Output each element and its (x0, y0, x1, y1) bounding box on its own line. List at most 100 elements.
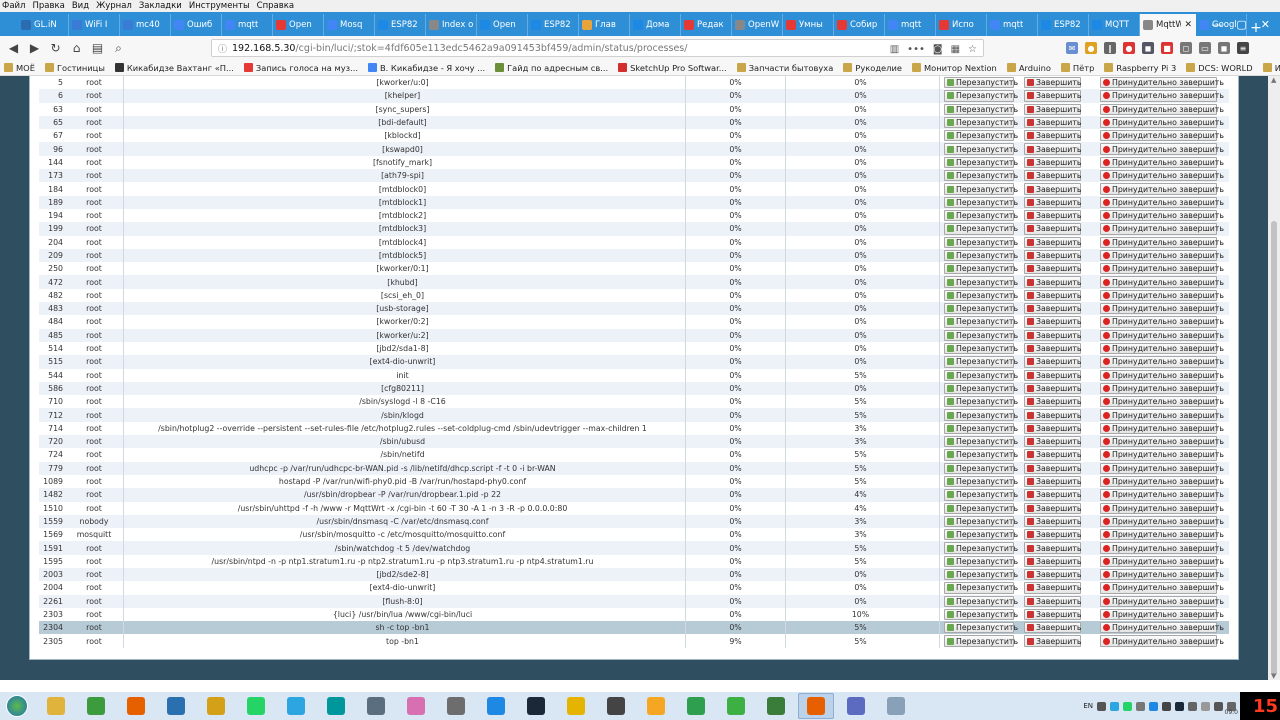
kill-button[interactable]: Принудительно завершить (1100, 143, 1224, 155)
menu-item[interactable]: Журнал (96, 1, 132, 11)
kill-button[interactable]: Принудительно завершить (1100, 342, 1224, 355)
page-scrollbar[interactable]: ▲ ▼ (1268, 76, 1280, 680)
restart-button[interactable]: Перезапустить (944, 622, 1018, 634)
kill-button[interactable]: Принудительно завершить (1100, 90, 1224, 102)
hangup-button[interactable]: Завершить (1024, 422, 1081, 435)
hangup-button[interactable]: Завершить (1024, 635, 1081, 647)
hangup-button[interactable]: Завершить (1024, 103, 1081, 115)
tab[interactable]: Испо (936, 14, 987, 36)
restart-button[interactable]: Перезапустить (944, 502, 1018, 514)
menu-item[interactable]: Инструменты (189, 1, 250, 11)
restart-button[interactable]: Перезапустить (944, 236, 1018, 248)
kill-button[interactable]: Принудительно завершить (1100, 382, 1224, 395)
hangup-button[interactable]: Завершить (1024, 515, 1081, 528)
restart-button[interactable]: Перезапустить (944, 130, 1018, 142)
close-tab-icon[interactable]: ✕ (1184, 20, 1192, 30)
restart-button[interactable]: Перезапустить (944, 356, 1018, 368)
taskbar-app[interactable] (638, 693, 674, 719)
kill-button[interactable]: Принудительно завершить (1100, 396, 1224, 408)
restart-button[interactable]: Перезапустить (944, 608, 1018, 621)
hangup-button[interactable]: Завершить (1024, 409, 1081, 421)
bookmark-item[interactable]: Кикабидзе Вахтанг «П... (114, 63, 234, 73)
hangup-button[interactable]: Завершить (1024, 342, 1081, 355)
print-icon[interactable]: ▤ (87, 38, 108, 58)
kill-button[interactable]: Принудительно завершить (1100, 595, 1224, 607)
kill-button[interactable]: Принудительно завершить (1100, 223, 1224, 235)
taskbar-app[interactable] (198, 693, 234, 719)
kill-button[interactable]: Принудительно завершить (1100, 289, 1224, 302)
hangup-button[interactable]: Завершить (1024, 356, 1081, 368)
search-icon[interactable]: ⌕ (108, 38, 129, 58)
restart-button[interactable]: Перезапустить (944, 183, 1018, 195)
volume-tray-icon[interactable] (1201, 701, 1210, 711)
restart-button[interactable]: Перезапустить (944, 582, 1018, 594)
taskbar-app[interactable] (678, 693, 714, 719)
hangup-button[interactable]: Завершить (1024, 276, 1081, 288)
restart-button[interactable]: Перезапустить (944, 529, 1018, 541)
bookmark-folder[interactable]: DCS: WORLD (1186, 63, 1253, 73)
tab[interactable]: ESP82 (1038, 14, 1089, 36)
tab[interactable]: Index of / (426, 14, 477, 36)
tab[interactable]: Дома (630, 14, 681, 36)
kill-button[interactable]: Принудительно завершить (1100, 582, 1224, 594)
hangup-button[interactable]: Завершить (1024, 90, 1081, 102)
restart-button[interactable]: Перезапустить (944, 489, 1018, 501)
skype-tray-icon[interactable] (1149, 701, 1158, 711)
restart-button[interactable]: Перезапустить (944, 316, 1018, 328)
taskbar-app[interactable] (518, 693, 554, 719)
steam-tray-icon[interactable] (1175, 701, 1184, 711)
kill-button[interactable]: Принудительно завершить (1100, 568, 1224, 581)
hangup-button[interactable]: Завершить (1024, 502, 1081, 514)
hangup-button[interactable]: Завершить (1024, 449, 1081, 461)
tab[interactable]: Mosq (324, 14, 375, 36)
restart-button[interactable]: Перезапустить (944, 342, 1018, 355)
tab[interactable]: mqtt (987, 14, 1038, 36)
tab[interactable]: Глав (579, 14, 630, 36)
taskbar-app[interactable] (598, 693, 634, 719)
taskbar-app[interactable] (718, 693, 754, 719)
extension-icon[interactable]: ◼ (1218, 42, 1230, 54)
kill-button[interactable]: Принудительно завершить (1100, 475, 1224, 488)
kill-button[interactable]: Принудительно завершить (1100, 515, 1224, 528)
scroll-down-icon[interactable]: ▼ (1271, 672, 1276, 680)
restart-button[interactable]: Перезапустить (944, 635, 1018, 647)
page-actions-icon[interactable]: ••• (907, 44, 925, 55)
sidebar-icon[interactable]: ▭ (1199, 42, 1211, 54)
bookmark-folder[interactable]: Монитор Nextion (911, 63, 997, 73)
restart-button[interactable]: Перезапустить (944, 263, 1018, 275)
menu-item[interactable]: Правка (32, 1, 64, 11)
hangup-button[interactable]: Завершить (1024, 462, 1081, 474)
bookmark-item[interactable]: Запись голоса на муз... (243, 63, 358, 73)
hangup-button[interactable]: Завершить (1024, 196, 1081, 208)
reader-view-icon[interactable]: ▥ (890, 44, 899, 55)
restart-button[interactable]: Перезапустить (944, 249, 1018, 262)
info-icon[interactable]: ⓘ (218, 42, 227, 55)
taskbar-app[interactable] (238, 693, 274, 719)
restart-button[interactable]: Перезапустить (944, 289, 1018, 302)
kill-button[interactable]: Принудительно завершить (1100, 542, 1224, 554)
address-bar[interactable]: ⓘ 192.168.5.30/cgi-bin/luci/;stok=4fdf60… (211, 39, 984, 57)
restart-button[interactable]: Перезапустить (944, 436, 1018, 448)
taskbar-app[interactable] (838, 693, 874, 719)
hangup-button[interactable]: Завершить (1024, 77, 1081, 89)
restart-button[interactable]: Перезапустить (944, 595, 1018, 607)
taskbar-app[interactable] (878, 693, 914, 719)
tray-icon[interactable] (1214, 701, 1223, 711)
minimize-icon[interactable]: — (1211, 18, 1222, 31)
tab[interactable]: mc40 (120, 14, 171, 36)
kill-button[interactable]: Принудительно завершить (1100, 183, 1224, 195)
hangup-button[interactable]: Завершить (1024, 475, 1081, 488)
hangup-button[interactable]: Завершить (1024, 236, 1081, 248)
language-indicator[interactable]: EN (1083, 702, 1093, 710)
kill-button[interactable]: Принудительно завершить (1100, 116, 1224, 129)
hangup-button[interactable]: Завершить (1024, 116, 1081, 129)
kill-button[interactable]: Принудительно завершить (1100, 263, 1224, 275)
restart-button[interactable]: Перезапустить (944, 276, 1018, 288)
hangup-button[interactable]: Завершить (1024, 303, 1081, 315)
hangup-button[interactable]: Завершить (1024, 156, 1081, 169)
restart-button[interactable]: Перезапустить (944, 555, 1018, 567)
kill-button[interactable]: Принудительно завершить (1100, 449, 1224, 461)
kill-button[interactable]: Принудительно завершить (1100, 156, 1224, 169)
tab[interactable]: Умны (783, 14, 834, 36)
hangup-button[interactable]: Завершить (1024, 582, 1081, 594)
